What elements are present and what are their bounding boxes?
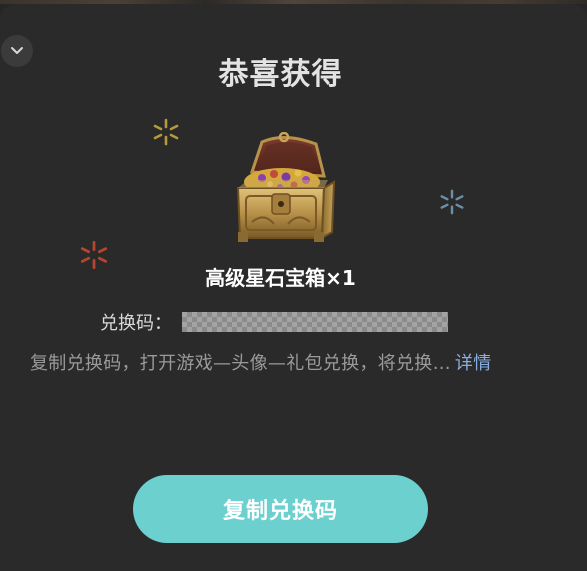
redeem-code-row: 兑换码： [100,310,448,334]
reward-name: 高级星石宝箱×1 [205,266,356,290]
sparkle-gold-icon [153,118,179,146]
treasure-chest-icon [236,132,336,242]
redeem-code-value-blurred [182,312,448,332]
instructions-text: 复制兑换码，打开游戏—头像—礼包兑换，将兑换… 详情 [30,349,570,375]
sparkle-blue-icon [440,189,464,215]
redeem-code-label: 兑换码： [100,313,172,334]
dialog-title: 恭喜获得 [218,57,343,92]
copy-code-button[interactable]: 复制兑换码 [133,475,428,543]
reward-dialog: 恭喜获得 高级星石宝箱×1 兑换码： 复制兑换码，打开游戏—头像—礼包兑换，将兑… [0,4,587,571]
details-link[interactable]: 详情 [455,353,492,374]
instructions-body: 复制兑换码，打开游戏—头像—礼包兑换，将兑换… [30,353,451,374]
